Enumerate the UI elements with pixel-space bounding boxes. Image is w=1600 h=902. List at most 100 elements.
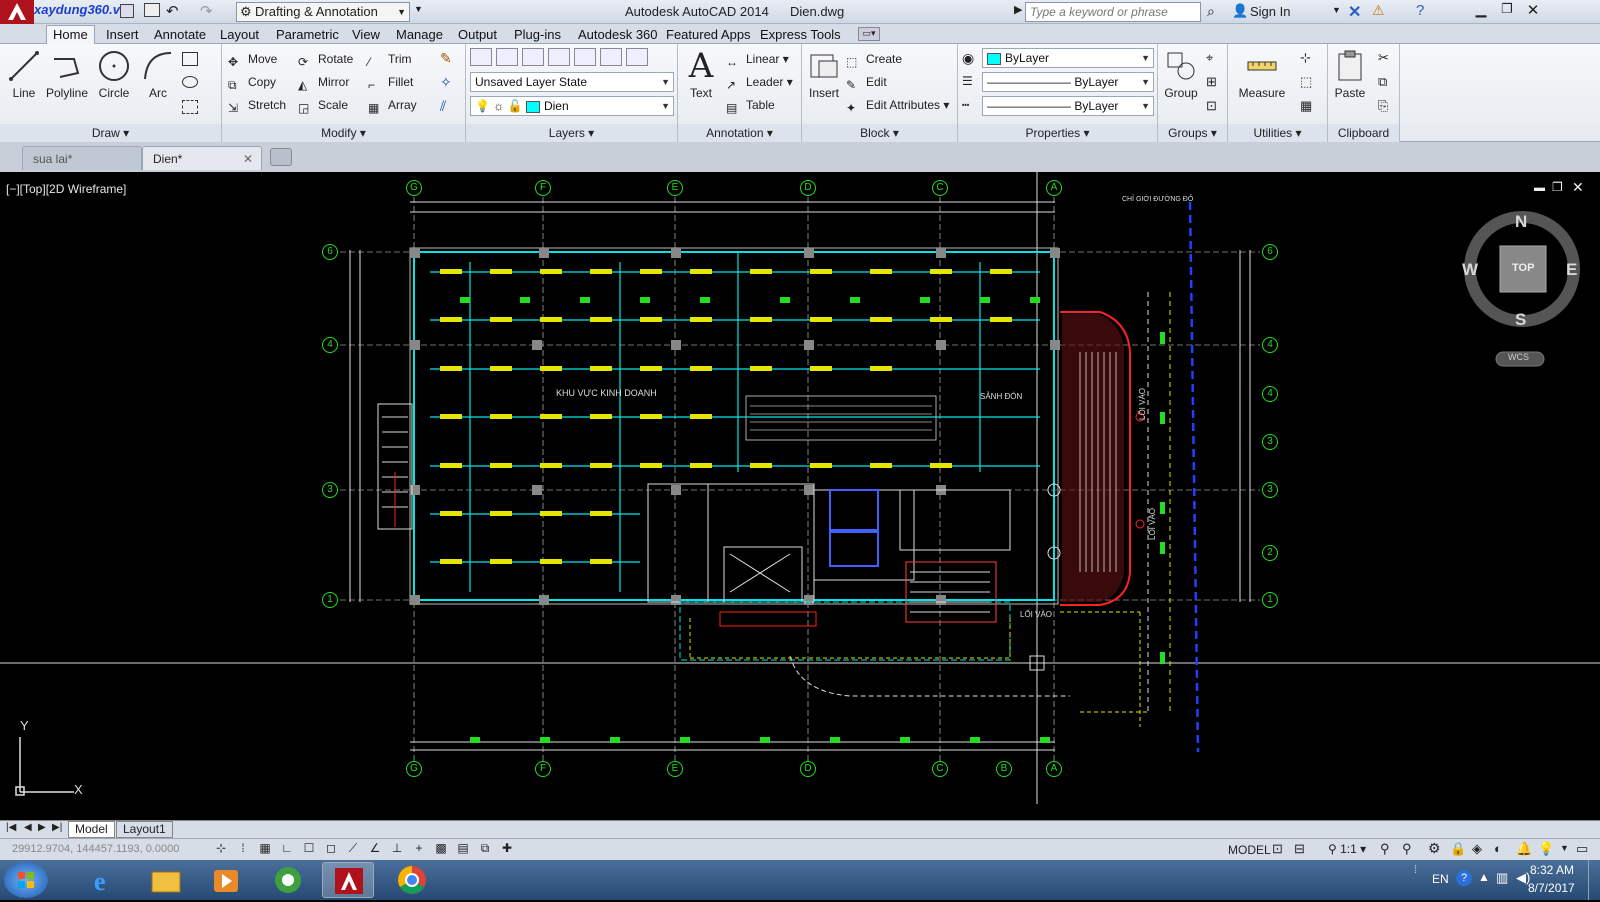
cut-icon[interactable]: ✂: [1378, 50, 1389, 66]
measure-button[interactable]: Measure: [1234, 48, 1290, 100]
utilities-panel-title[interactable]: Utilities ▾: [1228, 124, 1327, 142]
mirror-button[interactable]: ◭ Mirror: [298, 72, 349, 92]
polar-tracking-icon[interactable]: ☐: [300, 841, 318, 859]
new-tab-button[interactable]: [270, 148, 292, 166]
rotate-button[interactable]: ⟳ Rotate: [298, 49, 353, 69]
show-hidden-icons[interactable]: ▲: [1478, 870, 1490, 884]
next-layout-icon[interactable]: ▶: [38, 822, 46, 833]
tab-output[interactable]: Output: [452, 26, 503, 44]
drawing-viewport[interactable]: [−][Top][2D Wireframe] ▬ ❐ ✕ KHU VỰC KIN…: [0, 172, 1600, 820]
sign-in-button[interactable]: Sign In: [1250, 4, 1290, 19]
doc-tab-dien[interactable]: Dien* ✕: [142, 146, 262, 170]
annotation-visibility-icon[interactable]: ⚲: [1380, 841, 1390, 857]
draw-panel-title[interactable]: Draw ▾: [0, 124, 221, 142]
fillet-button[interactable]: ⌐ Fillet: [368, 72, 413, 92]
move-button[interactable]: ✥ Move: [228, 49, 277, 69]
auto-scale-icon[interactable]: ⚲: [1402, 841, 1412, 857]
edit-attributes-button[interactable]: ✦ Edit Attributes ▾: [846, 95, 949, 115]
autocad-app-button[interactable]: [0, 0, 34, 24]
insert-block-button[interactable]: Insert: [804, 48, 844, 100]
layer-off-icon[interactable]: [522, 48, 544, 66]
arc-button[interactable]: Arc: [140, 48, 176, 100]
osnap-tracking-icon[interactable]: ∠: [366, 841, 384, 859]
snap-mode-icon[interactable]: ⁞: [234, 841, 252, 859]
trim-button[interactable]: ⁄ Trim: [368, 49, 412, 69]
transparency-icon[interactable]: ▤: [454, 841, 472, 859]
group-select-icon[interactable]: ⊡: [1206, 98, 1217, 114]
help-icon[interactable]: ?: [1416, 2, 1424, 19]
minimize-button[interactable]: ▁: [1468, 1, 1494, 21]
ducs-icon[interactable]: ⊥: [388, 841, 406, 859]
object-snap-icon[interactable]: ◻: [322, 841, 340, 859]
block-panel-title[interactable]: Block ▾: [802, 124, 957, 142]
polyline-button[interactable]: Polyline: [44, 48, 90, 100]
coccoc-browser-icon[interactable]: [262, 862, 314, 898]
offset-icon[interactable]: ⫽: [440, 98, 446, 115]
tab-insert[interactable]: Insert: [100, 26, 145, 44]
scale-button[interactable]: ◲ Scale: [298, 95, 348, 115]
quick-select-icon[interactable]: ⊹: [1300, 50, 1311, 66]
sign-in-dropdown-icon[interactable]: ▼: [1332, 5, 1341, 15]
linetype-select[interactable]: ――――――― ByLayer ▼: [982, 96, 1154, 116]
dynamic-input-icon[interactable]: +: [410, 841, 428, 859]
search-input[interactable]: Type a keyword or phrase: [1025, 2, 1201, 22]
model-space-toggle[interactable]: MODEL: [1228, 843, 1271, 857]
ortho-mode-icon[interactable]: ∟: [278, 841, 296, 859]
match-properties-icon[interactable]: ◉: [962, 50, 974, 67]
create-block-button[interactable]: ⬚ Create: [846, 49, 902, 69]
tab-annotate[interactable]: Annotate: [148, 26, 212, 44]
redo-icon[interactable]: ↷: [200, 2, 213, 20]
linear-dimension-button[interactable]: ↔ Linear ▾: [726, 49, 789, 69]
lock-ui-icon[interactable]: 🔒: [1450, 841, 1466, 857]
exchange-icon[interactable]: ✕: [1348, 2, 1361, 22]
prev-layout-icon[interactable]: ◀: [24, 822, 32, 833]
plot-icon[interactable]: [144, 3, 160, 17]
explode-icon[interactable]: ✧: [440, 74, 452, 91]
tab-layout[interactable]: Layout: [214, 26, 265, 44]
hatch-icon[interactable]: [182, 100, 198, 114]
cursor-coordinates[interactable]: 29912.9704, 144457.1193, 0.0000: [12, 843, 179, 855]
compass-south[interactable]: S: [1515, 310, 1526, 330]
copy-button[interactable]: ⧉ Copy: [228, 72, 276, 92]
edit-block-button[interactable]: ✎ Edit: [846, 72, 887, 92]
layer-state-icon[interactable]: [496, 48, 518, 66]
binoculars-icon[interactable]: ⌕: [1207, 3, 1215, 20]
language-indicator[interactable]: EN: [1432, 872, 1449, 886]
isolate-objects-icon[interactable]: ◐: [1494, 841, 1502, 856]
clean-screen-icon[interactable]: ▭: [1576, 841, 1588, 857]
workspace-switching-icon[interactable]: ⚙: [1428, 840, 1441, 857]
help-tray-icon[interactable]: ?: [1456, 870, 1472, 886]
last-layout-icon[interactable]: ▶|: [52, 822, 62, 833]
tab-featured-apps[interactable]: Featured Apps: [660, 26, 757, 44]
chrome-icon[interactable]: [386, 862, 438, 898]
color-select[interactable]: ByLayer ▼: [982, 48, 1154, 68]
array-button[interactable]: ▦ Array: [368, 95, 417, 115]
rectangle-icon[interactable]: [182, 52, 198, 66]
restore-button[interactable]: ❐: [1494, 1, 1520, 21]
doc-tab-sua-lai[interactable]: sua lai*: [22, 146, 142, 170]
text-button[interactable]: A Text: [682, 46, 720, 100]
first-layout-icon[interactable]: |◀: [6, 822, 16, 833]
lineweight-toggle-icon[interactable]: ▩: [432, 841, 450, 859]
selection-cycling-icon[interactable]: ✚: [498, 841, 516, 859]
quick-properties-icon[interactable]: ⧉: [476, 841, 494, 859]
compass-east[interactable]: E: [1566, 260, 1577, 280]
layer-lock-icon[interactable]: [600, 48, 622, 66]
infer-constraints-icon[interactable]: ⊹: [212, 841, 230, 859]
stay-connected-icon[interactable]: ⚠: [1372, 2, 1385, 19]
circle-button[interactable]: Circle: [94, 48, 134, 100]
stretch-button[interactable]: ⇲ Stretch: [228, 95, 286, 115]
wcs-menu[interactable]: WCS: [1508, 352, 1529, 362]
network-icon[interactable]: ▥: [1496, 870, 1508, 886]
match-icon[interactable]: ⎘: [1378, 98, 1388, 114]
layer-match-icon[interactable]: [626, 48, 648, 66]
group-button[interactable]: Group: [1160, 48, 1202, 100]
media-player-icon[interactable]: [200, 862, 252, 898]
line-button[interactable]: Line: [4, 48, 44, 100]
layer-select[interactable]: 💡 ☼ 🔓 Dien ▼: [470, 96, 674, 116]
grid-display-icon[interactable]: ▦: [256, 841, 274, 859]
search-expand-icon[interactable]: ▶: [1014, 3, 1022, 16]
close-icon[interactable]: ✕: [243, 147, 253, 171]
undo-icon[interactable]: ↶: [166, 2, 179, 20]
ungroup-icon[interactable]: ⌖: [1206, 50, 1213, 66]
